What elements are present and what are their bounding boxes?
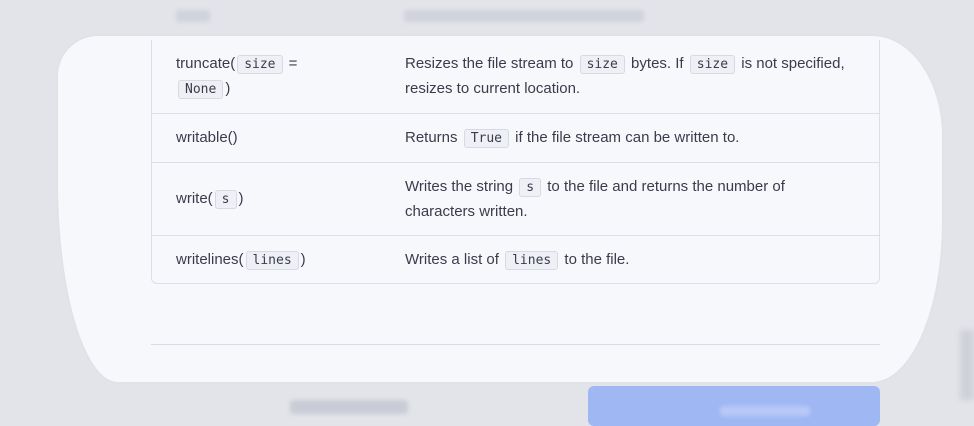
- table-row: writable() Returns True if the file stre…: [152, 114, 879, 163]
- method-description: Returns True if the file stream can be w…: [405, 126, 855, 151]
- desc-text: bytes. If: [626, 55, 688, 72]
- method-description: Writes a list of lines to the file.: [405, 248, 855, 273]
- faded-previous-link[interactable]: [290, 400, 408, 414]
- faded-next-button[interactable]: [588, 386, 880, 426]
- signature-text: ): [225, 80, 231, 97]
- method-signature: writable(): [176, 129, 238, 146]
- table-row: truncate(size = None) Resizes the file s…: [152, 40, 879, 114]
- signature-text: ): [238, 190, 244, 207]
- faded-table-row: [176, 10, 696, 24]
- faded-scrollbar: [960, 330, 974, 400]
- method-description: Writes the string s to the file and retu…: [405, 175, 855, 224]
- inline-code: True: [463, 129, 510, 148]
- signature-text: =: [284, 55, 298, 72]
- method-name: write(: [176, 190, 213, 207]
- table-row: writelines(lines) Writes a list of lines…: [152, 236, 879, 284]
- signature-text: ): [300, 251, 306, 268]
- desc-text: Returns: [405, 129, 462, 146]
- methods-table: truncate(size = None) Resizes the file s…: [151, 40, 880, 284]
- faded-method-description: [404, 10, 644, 22]
- param-code: s: [214, 190, 237, 209]
- default-value-code: None: [178, 80, 224, 99]
- inline-code: size: [689, 55, 736, 74]
- param-code: size: [237, 55, 283, 74]
- inline-code: size: [579, 55, 625, 74]
- inline-code: lines: [505, 251, 559, 270]
- method-name: writelines(: [176, 251, 244, 268]
- desc-text: Writes the string: [405, 178, 518, 195]
- desc-text: if the file stream can be written to.: [511, 129, 740, 146]
- desc-text: Writes a list of: [405, 251, 504, 268]
- method-signature: writelines(lines): [176, 248, 376, 273]
- desc-text: to the file.: [560, 251, 630, 268]
- desc-text: Resizes the file stream to: [405, 55, 578, 72]
- param-code: lines: [245, 251, 299, 270]
- inline-code: s: [519, 178, 542, 197]
- table-row: write(s) Writes the string s to the file…: [152, 163, 879, 236]
- method-signature: truncate(size = None): [176, 52, 376, 102]
- method-signature: write(s): [176, 187, 376, 212]
- faded-method-name: [176, 10, 210, 22]
- method-description: Resizes the file stream to size bytes. I…: [405, 52, 855, 101]
- method-name: truncate(: [176, 55, 236, 72]
- section-divider: [151, 344, 880, 345]
- faded-button-label: [720, 406, 810, 416]
